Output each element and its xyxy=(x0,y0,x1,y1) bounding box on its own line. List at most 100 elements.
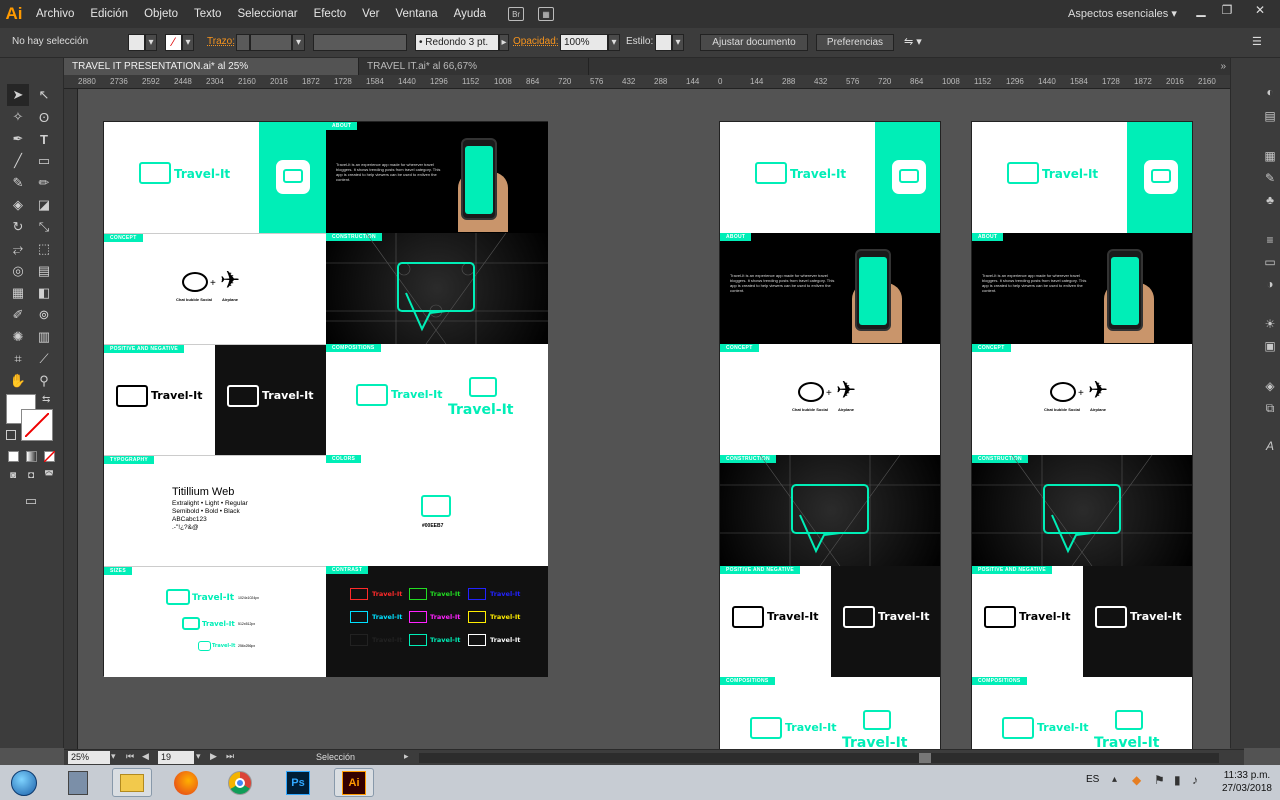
slide-construction[interactable]: CONSTRUCTION xyxy=(326,233,548,344)
draw-inside-icon[interactable]: ◚ xyxy=(42,468,56,482)
gradient-tool-icon[interactable]: ◧ xyxy=(33,282,55,304)
slide-compositions[interactable]: COMPOSITIONS Travel-It Travel-It xyxy=(972,677,1192,749)
panel-menu-icon[interactable]: ☰ xyxy=(1252,35,1262,48)
gradient-panel-icon[interactable]: ▭ xyxy=(1262,254,1278,270)
menu-objeto[interactable]: Objeto xyxy=(136,0,186,28)
swatches-icon[interactable]: ▦ xyxy=(1262,148,1278,164)
slide-about[interactable]: ABOUT Travel-It is an experience app mad… xyxy=(720,233,940,344)
rectangle-tool-icon[interactable]: ▭ xyxy=(33,150,55,172)
last-artboard-icon[interactable]: ⏭ xyxy=(226,751,234,762)
slide-concept[interactable]: CONCEPT + ✈ Chat bubble Social Airplane xyxy=(104,233,326,344)
stroke-weight-field[interactable] xyxy=(250,34,292,51)
brush-select[interactable]: • Redondo 3 pt. xyxy=(415,34,499,51)
mobile-artboard-2[interactable]: Travel-It ABOUT Travel-It is an experien… xyxy=(971,121,1193,749)
horizontal-scrollbar[interactable] xyxy=(419,753,1219,763)
shape-builder-tool-icon[interactable]: ◎ xyxy=(7,260,29,282)
preferences-button[interactable]: Preferencias xyxy=(816,34,894,51)
slide-concept[interactable]: CONCEPT + ✈ Chat bubble Social Airplane xyxy=(720,344,940,455)
first-artboard-icon[interactable]: ⏮ xyxy=(126,751,134,762)
tray-app-icon[interactable]: ◆ xyxy=(1132,773,1141,787)
symbol-sprayer-tool-icon[interactable]: ✺ xyxy=(7,326,29,348)
arrange-documents-icon[interactable]: ▦ xyxy=(538,7,555,21)
stroke-swatch[interactable]: ⁄ xyxy=(165,34,182,51)
paintbrush-tool-icon[interactable]: ✎ xyxy=(7,172,29,194)
chrome-app-icon[interactable] xyxy=(220,768,260,797)
restore-icon[interactable]: ❐ xyxy=(1212,0,1242,20)
artboard-dropdown-icon[interactable]: ▾ xyxy=(196,751,201,762)
draw-normal-icon[interactable]: ◙ xyxy=(6,468,20,482)
hand-tool-icon[interactable]: ✋ xyxy=(7,370,29,392)
stroke-color-icon[interactable] xyxy=(21,409,53,441)
slide-logo[interactable]: Travel-It xyxy=(972,122,1192,233)
fill-swatch[interactable] xyxy=(128,34,145,51)
slide-typography[interactable]: TYPOGRAPHY Titillium Web Extralight • Li… xyxy=(104,455,326,566)
menu-archivo[interactable]: Archivo xyxy=(28,0,82,28)
scale-tool-icon[interactable]: ⤡ xyxy=(33,216,55,238)
start-button[interactable] xyxy=(4,768,44,797)
slide-about[interactable]: ABOUT Travel-It is an experience app mad… xyxy=(326,122,548,233)
column-graph-tool-icon[interactable]: ▥ xyxy=(33,326,55,348)
variable-width-select[interactable] xyxy=(313,34,407,51)
slide-positive-negative[interactable]: POSITIVE AND NEGATIVE Travel-It Travel-I… xyxy=(972,566,1192,677)
screen-mode-icon[interactable]: ▭ xyxy=(20,490,42,512)
align-icon[interactable]: ⇋ ▾ xyxy=(904,35,922,48)
slide-concept[interactable]: CONCEPT + ✈ Chat bubble Social Airplane xyxy=(972,344,1192,455)
style-dropdown[interactable]: ▾ xyxy=(672,34,684,51)
fill-dropdown[interactable]: ▾ xyxy=(145,34,157,51)
eyedropper-tool-icon[interactable]: ✐ xyxy=(7,304,29,326)
photoshop-app-icon[interactable]: Ps xyxy=(278,768,318,797)
menu-ayuda[interactable]: Ayuda xyxy=(446,0,494,28)
zoom-tool-icon[interactable]: ⚲ xyxy=(33,370,55,392)
stroke-panel-icon[interactable]: ≡ xyxy=(1262,232,1278,248)
slide-compositions[interactable]: COMPOSITIONS Travel-It Travel-It xyxy=(326,344,548,455)
color-mode-icon[interactable] xyxy=(8,451,19,462)
opacity-field[interactable]: 100% xyxy=(560,34,608,51)
blob-brush-tool-icon[interactable]: ◈ xyxy=(7,194,29,216)
stroke-weight-dropdown[interactable]: ▾ xyxy=(292,34,305,51)
lasso-tool-icon[interactable]: ʘ xyxy=(33,106,55,128)
bridge-icon[interactable]: Br xyxy=(508,7,525,21)
opacity-dropdown[interactable]: ▾ xyxy=(608,34,620,51)
slide-positive-negative[interactable]: POSITIVE AND NEGATIVE Travel-It Travel-I… xyxy=(720,566,940,677)
symbols-icon[interactable]: ♣ xyxy=(1262,192,1278,208)
swap-colors-icon[interactable]: ⇆ xyxy=(42,394,50,405)
line-tool-icon[interactable]: ╱ xyxy=(7,150,29,172)
tabs-overflow-icon[interactable]: » xyxy=(1220,58,1226,75)
slide-contrast[interactable]: CONTRAST Travel-It Travel-It Travel-It T… xyxy=(326,566,548,677)
width-tool-icon[interactable]: ⥂ xyxy=(7,238,29,260)
stroke-weight-stepper[interactable] xyxy=(236,34,250,51)
menu-edicion[interactable]: Edición xyxy=(82,0,136,28)
zoom-dropdown-icon[interactable]: ▾ xyxy=(111,751,116,762)
zoom-field[interactable]: 25% xyxy=(68,751,110,764)
artboards-icon[interactable]: ⧉ xyxy=(1262,400,1278,416)
slide-logo[interactable]: Travel-It xyxy=(720,122,940,233)
none-mode-icon[interactable] xyxy=(44,451,55,462)
slide-construction[interactable]: CONSTRUCTION xyxy=(972,455,1192,566)
brushes-icon[interactable]: ✎ xyxy=(1262,170,1278,186)
menu-efecto[interactable]: Efecto xyxy=(306,0,355,28)
draw-behind-icon[interactable]: ◘ xyxy=(24,468,38,482)
document-setup-button[interactable]: Ajustar documento xyxy=(700,34,808,51)
free-transform-tool-icon[interactable]: ⬚ xyxy=(33,238,55,260)
appearance-icon[interactable]: ☀ xyxy=(1262,316,1278,332)
artboard-number-field[interactable]: 19 xyxy=(158,751,194,764)
slide-logo[interactable]: Travel-It xyxy=(104,122,326,233)
mesh-tool-icon[interactable]: ▦ xyxy=(7,282,29,304)
menu-texto[interactable]: Texto xyxy=(186,0,230,28)
firefox-app-icon[interactable] xyxy=(166,768,206,797)
direct-selection-tool-icon[interactable]: ↖ xyxy=(33,84,55,106)
slice-tool-icon[interactable]: ⟋ xyxy=(33,348,55,370)
mobile-artboard-1[interactable]: Travel-It ABOUT Travel-It is an experien… xyxy=(719,121,941,749)
menu-ver[interactable]: Ver xyxy=(354,0,387,28)
file-explorer-app-icon[interactable] xyxy=(112,768,152,797)
eraser-tool-icon[interactable]: ◪ xyxy=(33,194,55,216)
default-colors-icon[interactable] xyxy=(6,430,16,440)
calculator-app-icon[interactable] xyxy=(58,768,98,797)
slide-colors[interactable]: COLORS #00EEB7 xyxy=(326,455,548,566)
illustrator-app-icon[interactable]: Ai xyxy=(334,768,374,797)
opacity-label[interactable]: Opacidad: xyxy=(513,36,559,47)
color-panel-icon[interactable]: ◐ xyxy=(1262,84,1278,100)
style-swatch[interactable] xyxy=(655,34,672,51)
system-clock[interactable]: 11:33 p.m. 27/03/2018 xyxy=(1222,769,1272,795)
rotate-tool-icon[interactable]: ↻ xyxy=(7,216,29,238)
